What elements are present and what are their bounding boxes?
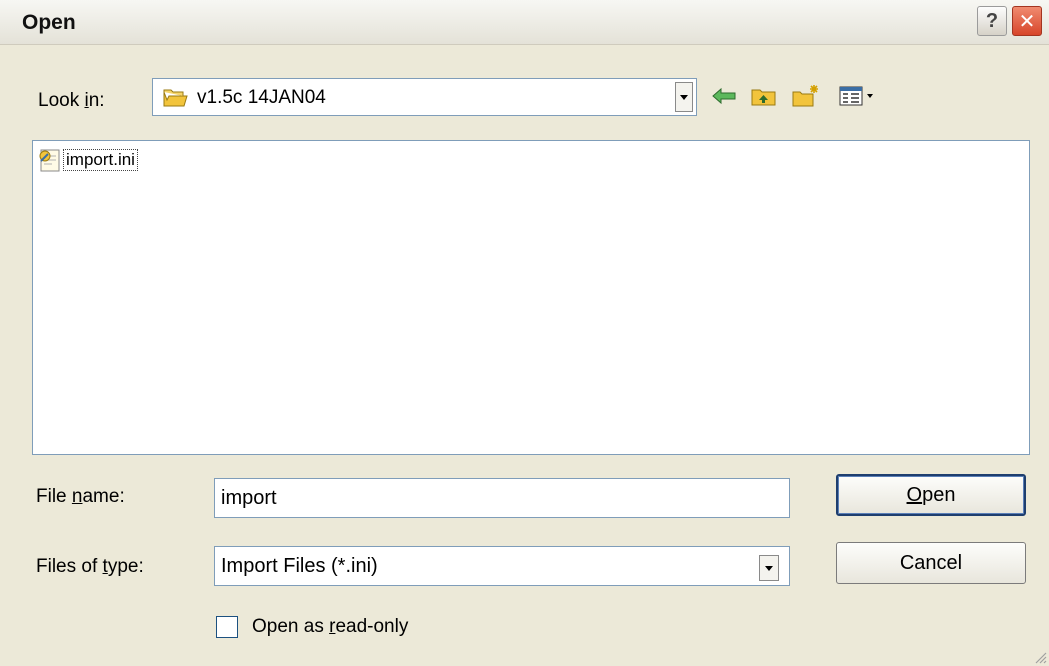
file-type-label-text: Files of: [36, 556, 103, 577]
look-in-label: Look in:: [38, 90, 105, 112]
title-bar[interactable]: Open ? ✕: [0, 0, 1049, 45]
create-new-folder-icon[interactable]: [792, 82, 820, 110]
cancel-button[interactable]: Cancel: [836, 542, 1026, 584]
look-in-label-text: Look: [38, 90, 85, 111]
file-type-label-text-end: ype:: [107, 556, 144, 577]
open-dialog: Open ? ✕ Look in: v1.5c 14JAN04 import.i…: [0, 0, 1049, 666]
list-item[interactable]: import.ini: [37, 147, 138, 173]
close-icon: ✕: [1018, 10, 1036, 33]
look-in-dropdown[interactable]: v1.5c 14JAN04: [152, 78, 697, 116]
chevron-down-icon: [680, 94, 688, 100]
open-accesskey: O: [906, 483, 923, 506]
file-name-label-text: File: [36, 486, 72, 507]
file-type-dropdown-button[interactable]: [759, 555, 779, 581]
read-only-checkbox[interactable]: [216, 616, 238, 638]
file-name-label-text-end: ame:: [82, 486, 125, 507]
close-button[interactable]: ✕: [1012, 6, 1042, 36]
file-name-label: File name:: [36, 486, 125, 508]
help-icon: ?: [985, 9, 999, 32]
file-name-input[interactable]: [214, 478, 790, 518]
open-button[interactable]: Open: [836, 474, 1026, 516]
ini-settings-file-icon: [37, 147, 63, 173]
file-type-value: Import Files (*.ini): [221, 555, 378, 577]
resize-grip-icon[interactable]: [1033, 650, 1047, 664]
help-button[interactable]: ?: [977, 6, 1007, 36]
file-list-view[interactable]: import.ini: [32, 140, 1030, 455]
chevron-down-icon: [765, 565, 773, 571]
file-type-dropdown[interactable]: Import Files (*.ini): [214, 546, 790, 586]
look-in-value: v1.5c 14JAN04: [197, 87, 326, 108]
file-name-text: import.ini: [63, 149, 138, 171]
open-button-label: pen: [922, 483, 956, 506]
file-name-accesskey: n: [71, 486, 83, 507]
file-type-label: Files of type:: [36, 556, 144, 578]
view-menu-icon[interactable]: [834, 82, 884, 110]
up-one-level-icon[interactable]: [750, 82, 778, 110]
read-only-label-text: Open as: [252, 616, 330, 637]
folder-icon: [163, 88, 189, 113]
look-in-label-text-end: n:: [88, 90, 105, 111]
back-arrow-icon[interactable]: [710, 82, 738, 110]
look-in-dropdown-button[interactable]: [675, 82, 693, 112]
read-only-label-text-end: ead-only: [335, 616, 409, 637]
read-only-label: Open as read-only: [252, 616, 408, 638]
open-as-read-only-option[interactable]: Open as read-only: [216, 616, 408, 638]
window-title: Open: [22, 11, 76, 34]
